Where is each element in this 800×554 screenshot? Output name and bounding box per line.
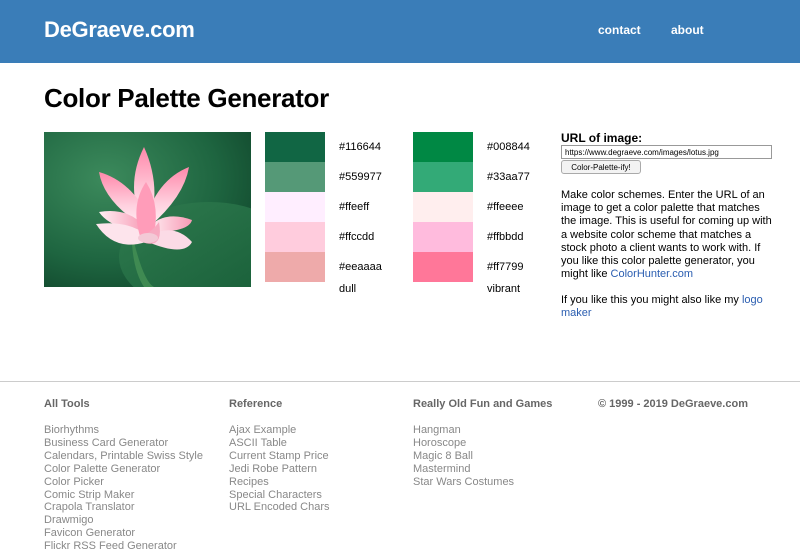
colorhunter-link[interactable]: ColorHunter.com xyxy=(611,268,694,280)
vibrant-hex-3: #ffeeee xyxy=(487,201,524,213)
footer-link[interactable]: Magic 8 Ball xyxy=(413,450,514,463)
footer-link[interactable]: Comic Strip Maker xyxy=(44,489,203,502)
site-logo-link[interactable]: DeGraeve.com xyxy=(44,17,195,43)
vibrant-hex-1: #008844 xyxy=(487,141,530,153)
vibrant-swatch-2 xyxy=(413,162,473,192)
vibrant-hex-5: #ff7799 xyxy=(487,261,524,273)
dull-hex-3: #ffeeff xyxy=(339,201,370,213)
footer-link[interactable]: Crapola Translator xyxy=(44,501,203,514)
footer-link[interactable]: Color Palette Generator xyxy=(44,463,203,476)
footer-heading-reference: Reference xyxy=(229,398,283,410)
footer-list-all-tools: Biorhythms Business Card Generator Calen… xyxy=(44,424,203,553)
page-title: Color Palette Generator xyxy=(44,83,329,113)
site-footer: All Tools Biorhythms Business Card Gener… xyxy=(0,381,800,554)
footer-link[interactable]: Calendars, Printable Swiss Style xyxy=(44,450,203,463)
dull-swatch-5 xyxy=(265,252,325,282)
color-palette-ify-button[interactable]: Color-Palette-ify! xyxy=(561,160,641,174)
footer-link[interactable]: Jedi Robe Pattern xyxy=(229,463,329,476)
footer-link[interactable]: Drawmigo xyxy=(44,514,203,527)
description: Make color schemes. Enter the URL of an … xyxy=(561,189,776,281)
footer-heading-games: Really Old Fun and Games xyxy=(413,398,553,410)
vibrant-swatch-4 xyxy=(413,222,473,252)
description-2: If you like this you might also like my … xyxy=(561,294,776,320)
footer-list-games: Hangman Horoscope Magic 8 Ball Mastermin… xyxy=(413,424,514,489)
footer-link[interactable]: ASCII Table xyxy=(229,437,329,450)
dull-hex-2: #559977 xyxy=(339,171,382,183)
vibrant-label: vibrant xyxy=(487,283,521,295)
dull-hex-1: #116644 xyxy=(339,141,382,153)
lotus-image xyxy=(44,132,251,287)
footer-link[interactable]: Special Characters xyxy=(229,489,329,502)
footer-link[interactable]: Recipes xyxy=(229,476,329,489)
dull-swatch-2 xyxy=(265,162,325,192)
description-text: Make color schemes. Enter the URL of an … xyxy=(561,189,772,281)
footer-link[interactable]: Star Wars Costumes xyxy=(413,476,514,489)
vibrant-swatch-5 xyxy=(413,252,473,282)
footer-link[interactable]: Business Card Generator xyxy=(44,437,203,450)
footer-link[interactable]: Ajax Example xyxy=(229,424,329,437)
footer-link[interactable]: Hangman xyxy=(413,424,514,437)
vibrant-swatch-1 xyxy=(413,132,473,162)
vibrant-hex-2: #33aa77 xyxy=(487,171,530,183)
footer-link[interactable]: Mastermind xyxy=(413,463,514,476)
footer-link[interactable]: Favicon Generator xyxy=(44,527,203,540)
footer-list-reference: Ajax Example ASCII Table Current Stamp P… xyxy=(229,424,329,514)
nav-contact-link[interactable]: contact xyxy=(598,23,641,37)
dull-swatch-1 xyxy=(265,132,325,162)
vibrant-swatch-3 xyxy=(413,192,473,222)
dull-label: dull xyxy=(339,283,357,295)
site-header: DeGraeve.com contact about xyxy=(0,0,800,63)
dull-hex-4: #ffccdd xyxy=(339,231,375,243)
copyright: © 1999 - 2019 DeGraeve.com xyxy=(598,398,748,410)
vibrant-hex-4: #ffbbdd xyxy=(487,231,524,243)
image-url-input[interactable] xyxy=(561,145,772,159)
footer-link[interactable]: Current Stamp Price xyxy=(229,450,329,463)
footer-link[interactable]: Flickr RSS Feed Generator xyxy=(44,540,203,553)
url-label: URL of image: xyxy=(561,131,643,145)
footer-link[interactable]: Horoscope xyxy=(413,437,514,450)
description-text-2: If you like this you might also like my xyxy=(561,294,742,306)
nav-about-link[interactable]: about xyxy=(671,23,704,37)
footer-link[interactable]: URL Encoded Chars xyxy=(229,501,329,514)
footer-heading-all-tools: All Tools xyxy=(44,398,90,410)
footer-link[interactable]: Color Picker xyxy=(44,476,203,489)
dull-swatch-3 xyxy=(265,192,325,222)
dull-hex-5: #eeaaaa xyxy=(339,261,382,273)
footer-link[interactable]: Biorhythms xyxy=(44,424,203,437)
dull-swatch-4 xyxy=(265,222,325,252)
